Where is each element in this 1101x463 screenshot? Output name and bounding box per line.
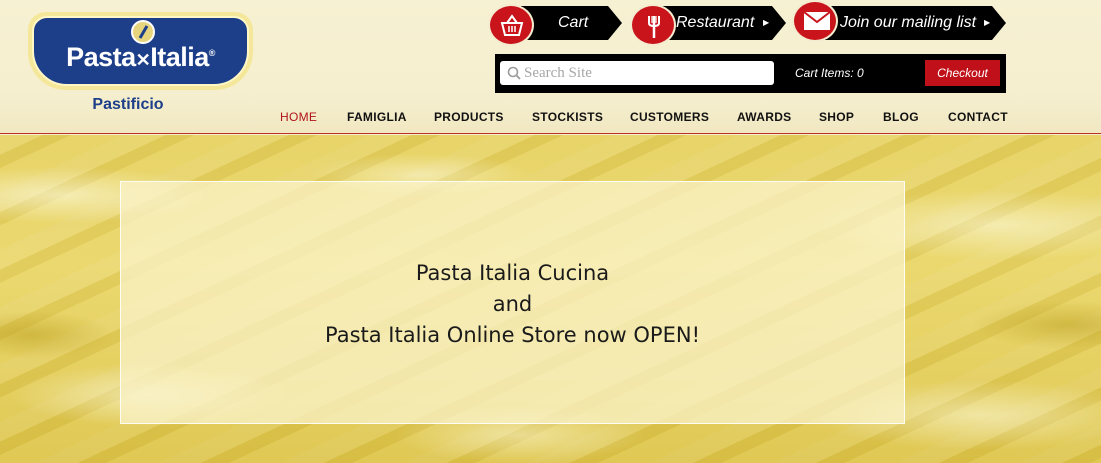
site-logo[interactable]: Pasta✕Italia® Pastificio bbox=[28, 12, 253, 120]
logo-wordmark: Pasta✕Italia® bbox=[66, 42, 215, 72]
wheat-cross-icon: ✕ bbox=[135, 50, 151, 70]
nav-blog[interactable]: BLOG bbox=[883, 110, 919, 124]
checkout-button[interactable]: Checkout bbox=[925, 60, 1000, 86]
mailing-list-link[interactable]: Join our mailing list ▶ bbox=[810, 6, 1006, 40]
hero-announcement-text: Pasta Italia Cucina and Pasta Italia Onl… bbox=[121, 258, 904, 351]
search-icon bbox=[507, 66, 521, 80]
nav-awards[interactable]: AWARDS bbox=[737, 110, 791, 124]
logo-badge: Pasta✕Italia® bbox=[28, 12, 253, 90]
site-header: Pasta✕Italia® Pastificio Cart Restaurant… bbox=[0, 0, 1101, 134]
hero-line-3: Pasta Italia Online Store now OPEN! bbox=[324, 323, 700, 347]
wheat-emblem-icon bbox=[131, 20, 155, 44]
hero-line-1: Pasta Italia Cucina bbox=[415, 261, 610, 285]
hero-banner: Pasta Italia Cucina and Pasta Italia Onl… bbox=[0, 135, 1101, 463]
fork-icon[interactable] bbox=[630, 4, 676, 46]
nav-famiglia[interactable]: FAMIGLIA bbox=[347, 110, 407, 124]
nav-products[interactable]: PRODUCTS bbox=[434, 110, 504, 124]
search-box[interactable] bbox=[500, 61, 774, 85]
restaurant-link-label: Restaurant bbox=[676, 14, 755, 31]
arrow-right-icon: ▶ bbox=[763, 18, 770, 27]
main-nav: HOME FAMIGLIA PRODUCTS STOCKISTS CUSTOME… bbox=[0, 110, 1101, 126]
nav-contact[interactable]: CONTACT bbox=[948, 110, 1008, 124]
search-input[interactable] bbox=[524, 63, 770, 83]
hero-line-2: and bbox=[492, 292, 533, 316]
mailing-list-link-label: Join our mailing list bbox=[840, 14, 977, 31]
shopping-basket-icon[interactable] bbox=[488, 4, 534, 46]
cart-items-count: Cart Items: 0 bbox=[795, 66, 864, 80]
nav-shop[interactable]: SHOP bbox=[819, 110, 854, 124]
nav-customers[interactable]: CUSTOMERS bbox=[630, 110, 709, 124]
arrow-right-icon: ▶ bbox=[984, 18, 991, 27]
nav-home[interactable]: HOME bbox=[280, 110, 317, 124]
nav-stockists[interactable]: STOCKISTS bbox=[532, 110, 603, 124]
search-cart-bar: Cart Items: 0 Checkout bbox=[495, 54, 1006, 93]
cart-link-label: Cart bbox=[558, 14, 589, 31]
envelope-icon[interactable] bbox=[792, 0, 838, 42]
hero-announcement-panel: Pasta Italia Cucina and Pasta Italia Onl… bbox=[120, 181, 905, 424]
